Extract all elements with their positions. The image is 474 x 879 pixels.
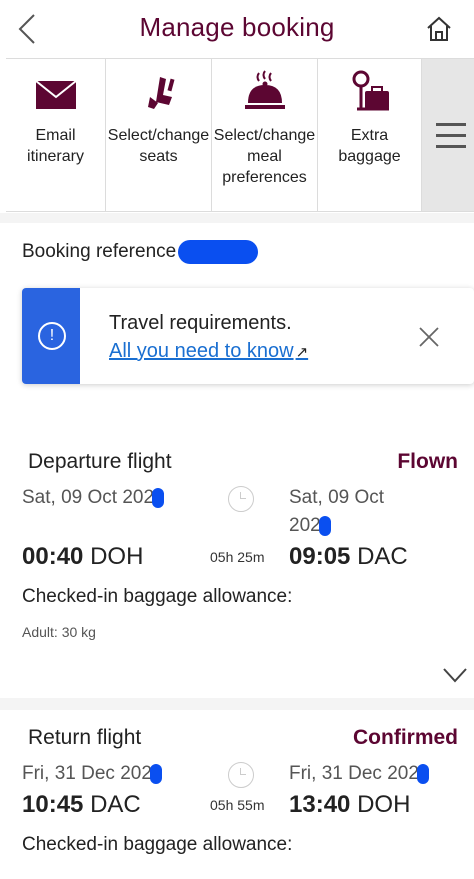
action-label: Extra baggage [338,127,401,165]
external-link-icon: ↗ [295,344,309,361]
origin-time: 10:45 DAC [22,791,141,818]
redaction-mark [318,515,331,536]
baggage-allowance-label: Checked-in baggage allowance: [22,834,293,855]
flight-status: Confirmed [353,726,458,749]
app-header: Manage booking [0,0,474,58]
hamburger-menu-icon [436,123,466,148]
section-divider [0,213,474,223]
home-icon[interactable] [424,14,454,44]
clock-icon [228,486,254,512]
destination-date: Fri, 31 Dec 202 [289,760,429,788]
info-icon: ! [38,322,66,350]
destination-time: 09:05 DAC [289,543,408,570]
envelope-icon [34,80,77,109]
redaction-mark [152,487,165,508]
origin-time: 00:40 DOH [22,543,144,570]
select-seats-button[interactable]: Select/change seats [106,59,212,211]
email-itinerary-button[interactable]: Email itinerary [6,59,106,211]
extra-baggage-button[interactable]: Extra baggage [318,59,422,211]
meal-cloche-icon [244,70,285,109]
redaction-mark [149,763,162,784]
seat-icon [147,77,174,109]
flight-duration: 05h 25m [210,549,265,565]
select-meal-button[interactable]: Select/change meal preferences [212,59,318,211]
destination-time: 13:40 DOH [289,791,411,818]
origin-date: Fri, 31 Dec 202 [22,760,162,788]
action-label: Select/change seats [107,127,210,165]
destination-date: Sat, 09 Oct 202 [289,487,385,536]
baggage-allowance-value: Adult: 30 kg [22,624,96,640]
requirements-title: Travel requirements. [109,312,292,334]
redacted-reference [178,240,259,264]
chevron-down-icon[interactable] [442,666,468,684]
action-label: Email itinerary [27,127,84,165]
booking-reference: Booking reference [22,240,259,264]
manage-actions-bar: Email itinerary Select/change seats Sele… [6,58,474,212]
flight-type: Return flight [28,726,142,749]
travel-requirements-card: ! Travel requirements. All you need to k… [22,288,474,384]
flight-duration: 05h 55m [210,797,265,813]
baggage-allowance-label: Checked-in baggage allowance: [22,586,293,607]
page-title: Manage booking [139,12,335,42]
more-actions-button[interactable] [422,59,474,211]
flight-type: Departure flight [28,450,172,473]
close-icon[interactable] [418,326,440,348]
redaction-mark [416,763,429,784]
baggage-icon [352,70,389,111]
requirements-link[interactable]: All you need to know ↗ [109,340,308,363]
section-divider [0,698,474,710]
action-label: Select/change meal preferences [213,127,316,186]
clock-icon [228,762,254,788]
info-band: ! [22,288,80,384]
booking-reference-label: Booking reference [22,241,177,263]
origin-date: Sat, 09 Oct 202 [22,484,165,512]
flight-status: Flown [397,450,458,473]
